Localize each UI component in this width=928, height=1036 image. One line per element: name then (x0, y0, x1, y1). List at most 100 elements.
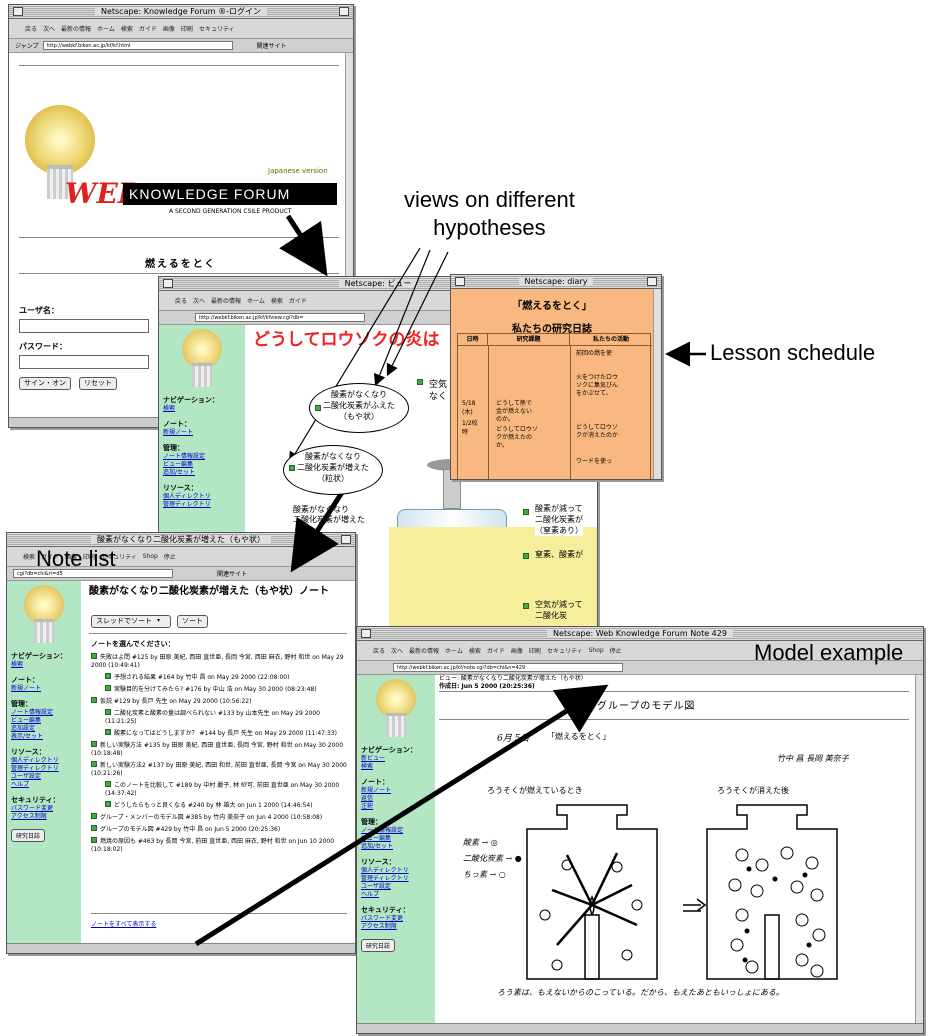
note-icon[interactable] (523, 509, 529, 515)
toolbar-button[interactable]: ガイド (487, 646, 505, 655)
toolbar-button[interactable]: 戻る (25, 24, 37, 33)
note-title-link[interactable]: 実験目的を分けてみたら? #176 by 中山 浩 on May 30 2000… (114, 686, 317, 693)
note-title-link[interactable]: グループ・メンバーのモデル図 #385 by 竹内 美奈子 on Jun 4 2… (100, 814, 322, 821)
zoom-box-icon[interactable] (339, 7, 349, 16)
manage-link[interactable]: 追加/セット (163, 469, 241, 477)
close-box-icon[interactable] (455, 277, 465, 286)
show-all-link[interactable]: ノートをすべて表示する (91, 919, 156, 928)
note-title-link[interactable]: 予想される結果 #164 by 竹中 昌 on May 29 2000 (22:… (114, 674, 289, 681)
note-title-link[interactable]: グループのモデル図 #429 by 竹中 昌 on Jun 5 2000 (20… (100, 826, 280, 833)
url-field[interactable]: http://webkf.biken.ac.jp/kf/note.cgi?db=… (393, 663, 623, 672)
security-link[interactable]: パスワード変更 (361, 915, 431, 923)
nav-link-search[interactable]: 検索 (11, 661, 77, 669)
zoom-box-icon[interactable] (341, 535, 351, 544)
list-item[interactable]: 酸素になってはどうしますか？ #144 by 長戸 先生 on May 29 2… (105, 729, 349, 738)
note-icon[interactable] (417, 379, 423, 385)
password-input[interactable] (19, 355, 149, 369)
manage-link[interactable]: 表示/セット (11, 733, 77, 741)
toolbar-button[interactable]: 最新の情報 (409, 646, 439, 655)
url-field[interactable]: http://webkf.biken.ac.jp/kf/kf.html (42, 41, 233, 50)
note-title-link[interactable]: 新しい実験方法 #135 by 田原 美紀, 西田 直世亜, 長岡 今宮, 野村… (91, 742, 343, 757)
list-item[interactable]: このノートを比較して #189 by 中村 麗子, 林 紗可, 前田 直世亜 o… (105, 781, 349, 798)
note-air-2[interactable]: なく (429, 389, 447, 402)
close-box-icon[interactable] (361, 629, 371, 638)
toolbar-button[interactable]: 戻る (373, 646, 385, 655)
security-link[interactable]: アクセス制限 (361, 923, 431, 931)
toolbar-button[interactable]: セキュリティ (547, 646, 583, 655)
source-link[interactable]: 個人ディレクトリ (361, 867, 431, 875)
list-item[interactable]: 仮説 #129 by 長戸 先生 on May 29 2000 (10:56:2… (91, 697, 349, 706)
source-link[interactable]: 個人ディレクトリ (163, 493, 241, 501)
diary-button[interactable]: 研究日誌 (361, 939, 396, 952)
note-title-link[interactable]: 仮説 #129 by 長戸 先生 on May 29 2000 (10:56:2… (100, 698, 251, 705)
nav-link[interactable]: 検索 (361, 763, 431, 771)
manage-link[interactable]: ノート情報設定 (361, 827, 431, 835)
manage-link[interactable]: ノート情報設定 (11, 709, 77, 717)
list-item[interactable]: 燃焼の原因も #463 by 長岡 今宮, 前田 直世亜, 西田 麻衣, 野村 … (91, 837, 349, 854)
signin-button[interactable]: サイン・オン (19, 377, 71, 390)
source-link[interactable]: ヘルプ (361, 891, 431, 899)
note-icon[interactable] (315, 405, 321, 411)
manage-link[interactable]: ビュー編集 (163, 461, 241, 469)
notelist-titlebar[interactable]: 酸素がなくなり二酸化炭素が増えた（もや状） (7, 533, 355, 547)
diary-titlebar[interactable]: Netscape: diary (451, 275, 661, 289)
security-link[interactable]: パスワード変更 (11, 805, 77, 813)
url-field[interactable]: http://webkf.biken.ac.jp/kf/kfview.cgi?d… (195, 313, 365, 322)
note-link[interactable]: 返信 (361, 795, 431, 803)
toolbar-button[interactable]: 検索 (121, 24, 133, 33)
related-sites-button[interactable]: 関連サイト (257, 41, 287, 50)
toolbar-button[interactable]: 次へ (391, 646, 403, 655)
toolbar-button[interactable]: ガイド (139, 24, 157, 33)
note-air-decrease[interactable]: 空気が減って 二酸化炭 (535, 599, 583, 621)
note-bubble-mist[interactable]: 酸素がなくなり 二酸化炭素がふえた （もや状） (309, 383, 409, 433)
stop-button[interactable]: 停止 (164, 552, 176, 561)
scrollbar[interactable] (653, 289, 661, 479)
note-title-link[interactable]: 新しい実験方法2 #137 by 田原 美紀, 西田 和世, 前田 直世亜, 長… (91, 762, 347, 777)
close-box-icon[interactable] (163, 279, 173, 288)
note-title-link[interactable]: どうしたらもっと良くなる #240 by 林 雄大 on Jun 1 2000 … (114, 802, 313, 809)
search-button[interactable]: 検索 (271, 296, 283, 305)
toolbar-button[interactable]: 最新の情報 (61, 24, 91, 33)
note-nitrogen[interactable]: 窒素、酸素が (535, 549, 583, 560)
note-link[interactable]: 新規ノート (361, 787, 431, 795)
diary-button[interactable]: 研究日誌 (11, 829, 46, 842)
note-particle-2[interactable]: 酸素がなくなり 二酸化炭素が増えた (293, 505, 365, 525)
source-link[interactable]: ヘルプ (11, 781, 77, 789)
shop-button[interactable]: Shop (143, 553, 158, 560)
toolbar-button[interactable]: ホーム (445, 646, 463, 655)
note-icon[interactable] (289, 465, 295, 471)
model-titlebar[interactable]: Netscape: Web Knowledge Forum Note 429 (357, 627, 923, 641)
reset-button[interactable]: リセット (79, 377, 117, 390)
list-item[interactable]: 新しい実験方法2 #137 by 田原 美紀, 西田 和世, 前田 直世亜, 長… (91, 761, 349, 778)
list-item[interactable]: 失敗はよ問 #125 by 田原 美紀, 西田 直世亜, 長岡 今宮, 西田 麻… (91, 653, 349, 670)
new-note-link[interactable]: 新規ノート (163, 429, 241, 437)
back-button[interactable]: 戻る (175, 296, 187, 305)
manage-link[interactable]: 追加/セット (361, 843, 431, 851)
user-input[interactable] (19, 319, 149, 333)
close-box-icon[interactable] (13, 7, 23, 16)
note-title-link[interactable]: このノートを比較して #189 by 中村 麗子, 林 紗可, 前田 直世亜 o… (105, 782, 339, 797)
toolbar-button[interactable]: セキュリティ (199, 24, 235, 33)
toolbar-button[interactable]: 停止 (610, 646, 622, 655)
toolbar-button[interactable]: 検索 (469, 646, 481, 655)
note-icon[interactable] (523, 603, 529, 609)
toolbar-button[interactable]: 印刷 (529, 646, 541, 655)
toolbar-button[interactable]: 画像 (511, 646, 523, 655)
list-item[interactable]: どうしたらもっと良くなる #240 by 林 雄大 on Jun 1 2000 … (105, 801, 349, 810)
list-item[interactable]: 予想される結果 #164 by 竹中 昌 on May 29 2000 (22:… (105, 673, 349, 682)
reload-button[interactable]: 最新の情報 (211, 296, 241, 305)
security-link[interactable]: アクセス制限 (11, 813, 77, 821)
manage-link[interactable]: ビュー編集 (11, 717, 77, 725)
source-link[interactable]: 管理ディレクトリ (11, 765, 77, 773)
source-link[interactable]: 管理ディレクトリ (163, 501, 241, 509)
manage-link[interactable]: ビュー編集 (361, 835, 431, 843)
note-bubble-particle[interactable]: 酸素がなくなり 二酸化炭素が増えた （粒状） (283, 445, 383, 495)
list-item[interactable]: 実験目的を分けてみたら? #176 by 中山 浩 on May 30 2000… (105, 685, 349, 694)
scrollbar[interactable] (915, 675, 923, 1033)
list-item[interactable]: 二酸化炭素と酸素の量は調べられない #133 by 山本先生 on May 29… (105, 709, 349, 726)
home-button[interactable]: ホーム (247, 296, 265, 305)
note-oxygen-decrease[interactable]: 酸素が減って 二酸化炭素が （窒素あり） (535, 503, 583, 536)
toolbar-button[interactable]: 印刷 (181, 24, 193, 33)
login-titlebar[interactable]: Netscape: Knowledge Forum ®-ログイン (9, 5, 353, 19)
note-title-link[interactable]: 失敗はよ問 #125 by 田原 美紀, 西田 直世亜, 長岡 今宮, 西田 麻… (91, 654, 344, 669)
